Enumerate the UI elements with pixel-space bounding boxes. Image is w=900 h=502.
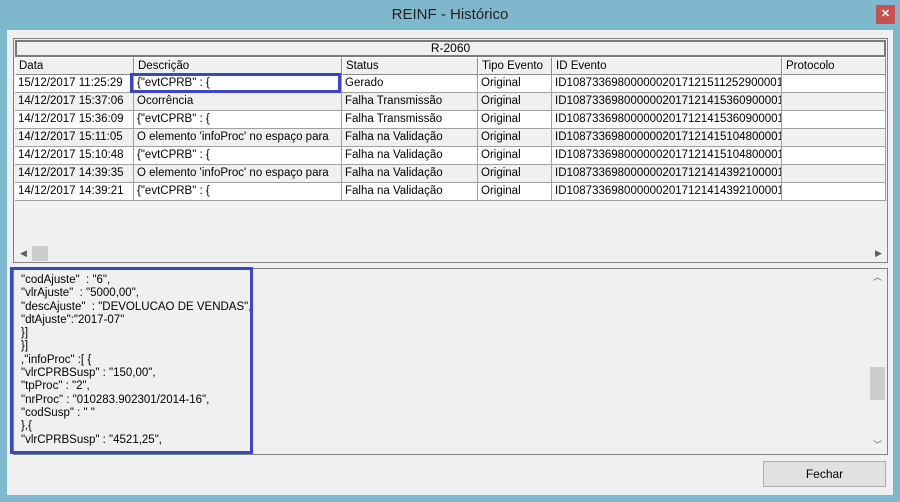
table-cell[interactable]: {"evtCPRB" : {: [134, 111, 342, 129]
horizontal-scrollbar[interactable]: ◀ ▶: [15, 245, 887, 262]
table-cell[interactable]: ID1087336980000002017121415104800001: [552, 129, 782, 147]
window-title: REINF - Histórico: [391, 6, 509, 23]
scroll-up-icon[interactable]: ︿: [869, 269, 886, 286]
table-cell[interactable]: Original: [478, 75, 552, 93]
table-cell[interactable]: Original: [478, 183, 552, 201]
table-row[interactable]: 14/12/2017 15:36:09 {"evtCPRB" : {Falha T…: [15, 111, 886, 129]
table-cell[interactable]: 14/12/2017 15:36:09: [15, 111, 134, 129]
column-header[interactable]: Protocolo: [782, 57, 886, 75]
column-header[interactable]: Tipo Evento: [478, 57, 552, 75]
table-cell[interactable]: 14/12/2017 15:11:05: [15, 129, 134, 147]
table-cell[interactable]: {"evtCPRB" : {: [134, 147, 342, 165]
table-cell[interactable]: [782, 75, 886, 93]
table-row[interactable]: 14/12/2017 15:10:48 {"evtCPRB" : {Falha n…: [15, 147, 886, 165]
scroll-thumb[interactable]: [32, 246, 48, 261]
scroll-right-icon[interactable]: ▶: [870, 245, 887, 262]
table-row[interactable]: 14/12/2017 14:39:35 O elemento 'infoProc'…: [15, 165, 886, 183]
table-cell[interactable]: O elemento 'infoProc' no espaço para: [134, 165, 342, 183]
table-cell[interactable]: Falha na Validação: [342, 147, 478, 165]
table-row[interactable]: 14/12/2017 15:11:05 O elemento 'infoProc'…: [15, 129, 886, 147]
table-cell[interactable]: Falha na Validação: [342, 183, 478, 201]
table-cell[interactable]: Falha na Validação: [342, 165, 478, 183]
table-cell[interactable]: ID1087336980000002017121415360900001: [552, 93, 782, 111]
table-cell[interactable]: ID1087336980000002017121415360900001: [552, 111, 782, 129]
table-cell[interactable]: [782, 93, 886, 111]
table-cell[interactable]: Gerado: [342, 75, 478, 93]
table-cell[interactable]: Falha Transmissão: [342, 111, 478, 129]
table-cell[interactable]: ID1087336980000002017121415104800001: [552, 147, 782, 165]
table-cell[interactable]: [782, 183, 886, 201]
table-cell[interactable]: [782, 165, 886, 183]
table-cell[interactable]: [782, 111, 886, 129]
scroll-down-icon[interactable]: ﹀: [869, 437, 886, 454]
table-cell[interactable]: ID1087336980000002017121414392100001: [552, 165, 782, 183]
table-cell[interactable]: Original: [478, 165, 552, 183]
column-header[interactable]: Status: [342, 57, 478, 75]
column-header[interactable]: ID Evento: [552, 57, 782, 75]
table-cell[interactable]: 15/12/2017 11:25:29: [15, 75, 134, 93]
table-cell[interactable]: Falha na Validação: [342, 129, 478, 147]
scroll-left-icon[interactable]: ◀: [15, 245, 32, 262]
table-row[interactable]: 14/12/2017 14:39:21 {"evtCPRB" : {Falha n…: [15, 183, 886, 201]
table-cell[interactable]: Falha Transmissão: [342, 93, 478, 111]
table-cell[interactable]: 14/12/2017 15:37:06: [15, 93, 134, 111]
table-cell[interactable]: 14/12/2017 14:39:21: [15, 183, 134, 201]
table-cell[interactable]: 14/12/2017 14:39:35: [15, 165, 134, 183]
table-cell[interactable]: Original: [478, 147, 552, 165]
table-cell[interactable]: O elemento 'infoProc' no espaço para: [134, 129, 342, 147]
table-cell[interactable]: [782, 147, 886, 165]
table-cell[interactable]: Original: [478, 129, 552, 147]
grid-band-title: R-2060: [15, 40, 886, 57]
table-cell[interactable]: {"evtCPRB" : {: [134, 183, 342, 201]
history-grid: R-2060 Data Descrição Status Tipo Evento ID …: [13, 38, 888, 263]
table-cell[interactable]: Original: [478, 93, 552, 111]
focus-highlight: [10, 267, 253, 454]
column-header[interactable]: Data: [15, 57, 134, 75]
vertical-scrollbar[interactable]: ︿ ﹀: [868, 269, 887, 454]
table-cell[interactable]: ID1087336980000002017121414392100001: [552, 183, 782, 201]
table-row[interactable]: 14/12/2017 15:37:06 Ocorrência Falha Trans…: [15, 93, 886, 111]
table-cell[interactable]: Original: [478, 111, 552, 129]
table-cell[interactable]: ID1087336980000002017121511252900001: [552, 75, 782, 93]
close-icon[interactable]: ✕: [876, 5, 895, 24]
table-cell[interactable]: [782, 129, 886, 147]
window-body: R-2060 Data Descrição Status Tipo Evento ID …: [7, 30, 893, 495]
scroll-thumb[interactable]: [870, 367, 885, 400]
selected-cell-highlight: [130, 73, 341, 93]
table-cell[interactable]: Ocorrência: [134, 93, 342, 111]
fechar-button[interactable]: Fechar: [763, 461, 886, 487]
table-cell[interactable]: 14/12/2017 15:10:48: [15, 147, 134, 165]
